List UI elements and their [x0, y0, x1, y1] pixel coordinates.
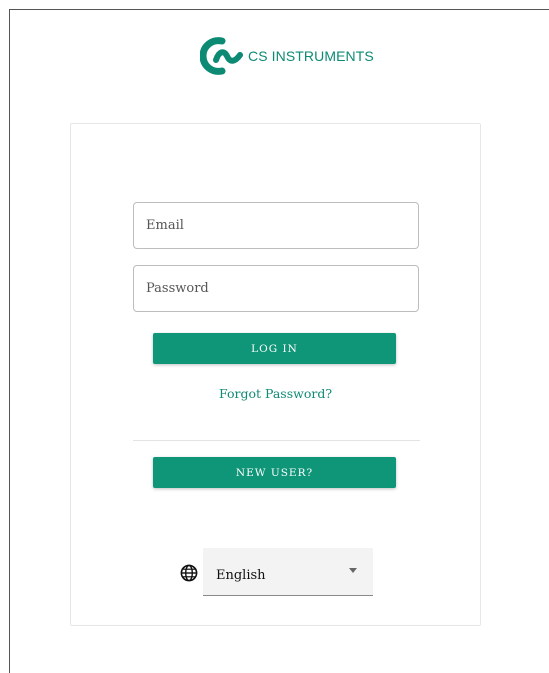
language-select[interactable]: English	[203, 548, 373, 596]
window-border-top	[9, 9, 549, 10]
email-field[interactable]	[133, 202, 419, 249]
globe-icon	[180, 564, 198, 582]
brand-logo: CS INSTRUMENTS	[200, 36, 374, 76]
divider	[133, 440, 420, 441]
login-button[interactable]: LOG IN	[153, 333, 396, 364]
password-field[interactable]	[133, 265, 419, 312]
caret-down-icon	[349, 568, 357, 573]
email-input[interactable]	[134, 203, 418, 248]
cs-logo-icon	[200, 37, 243, 75]
forgot-password-link[interactable]: Forgot Password?	[71, 386, 480, 401]
window-border-left	[9, 9, 10, 673]
new-user-button[interactable]: NEW USER?	[153, 457, 396, 488]
brand-name: CS INSTRUMENTS	[248, 48, 374, 64]
language-selected-value: English	[216, 567, 266, 583]
login-card: LOG IN Forgot Password? NEW USER? Englis…	[70, 123, 481, 626]
password-input[interactable]	[134, 266, 418, 311]
